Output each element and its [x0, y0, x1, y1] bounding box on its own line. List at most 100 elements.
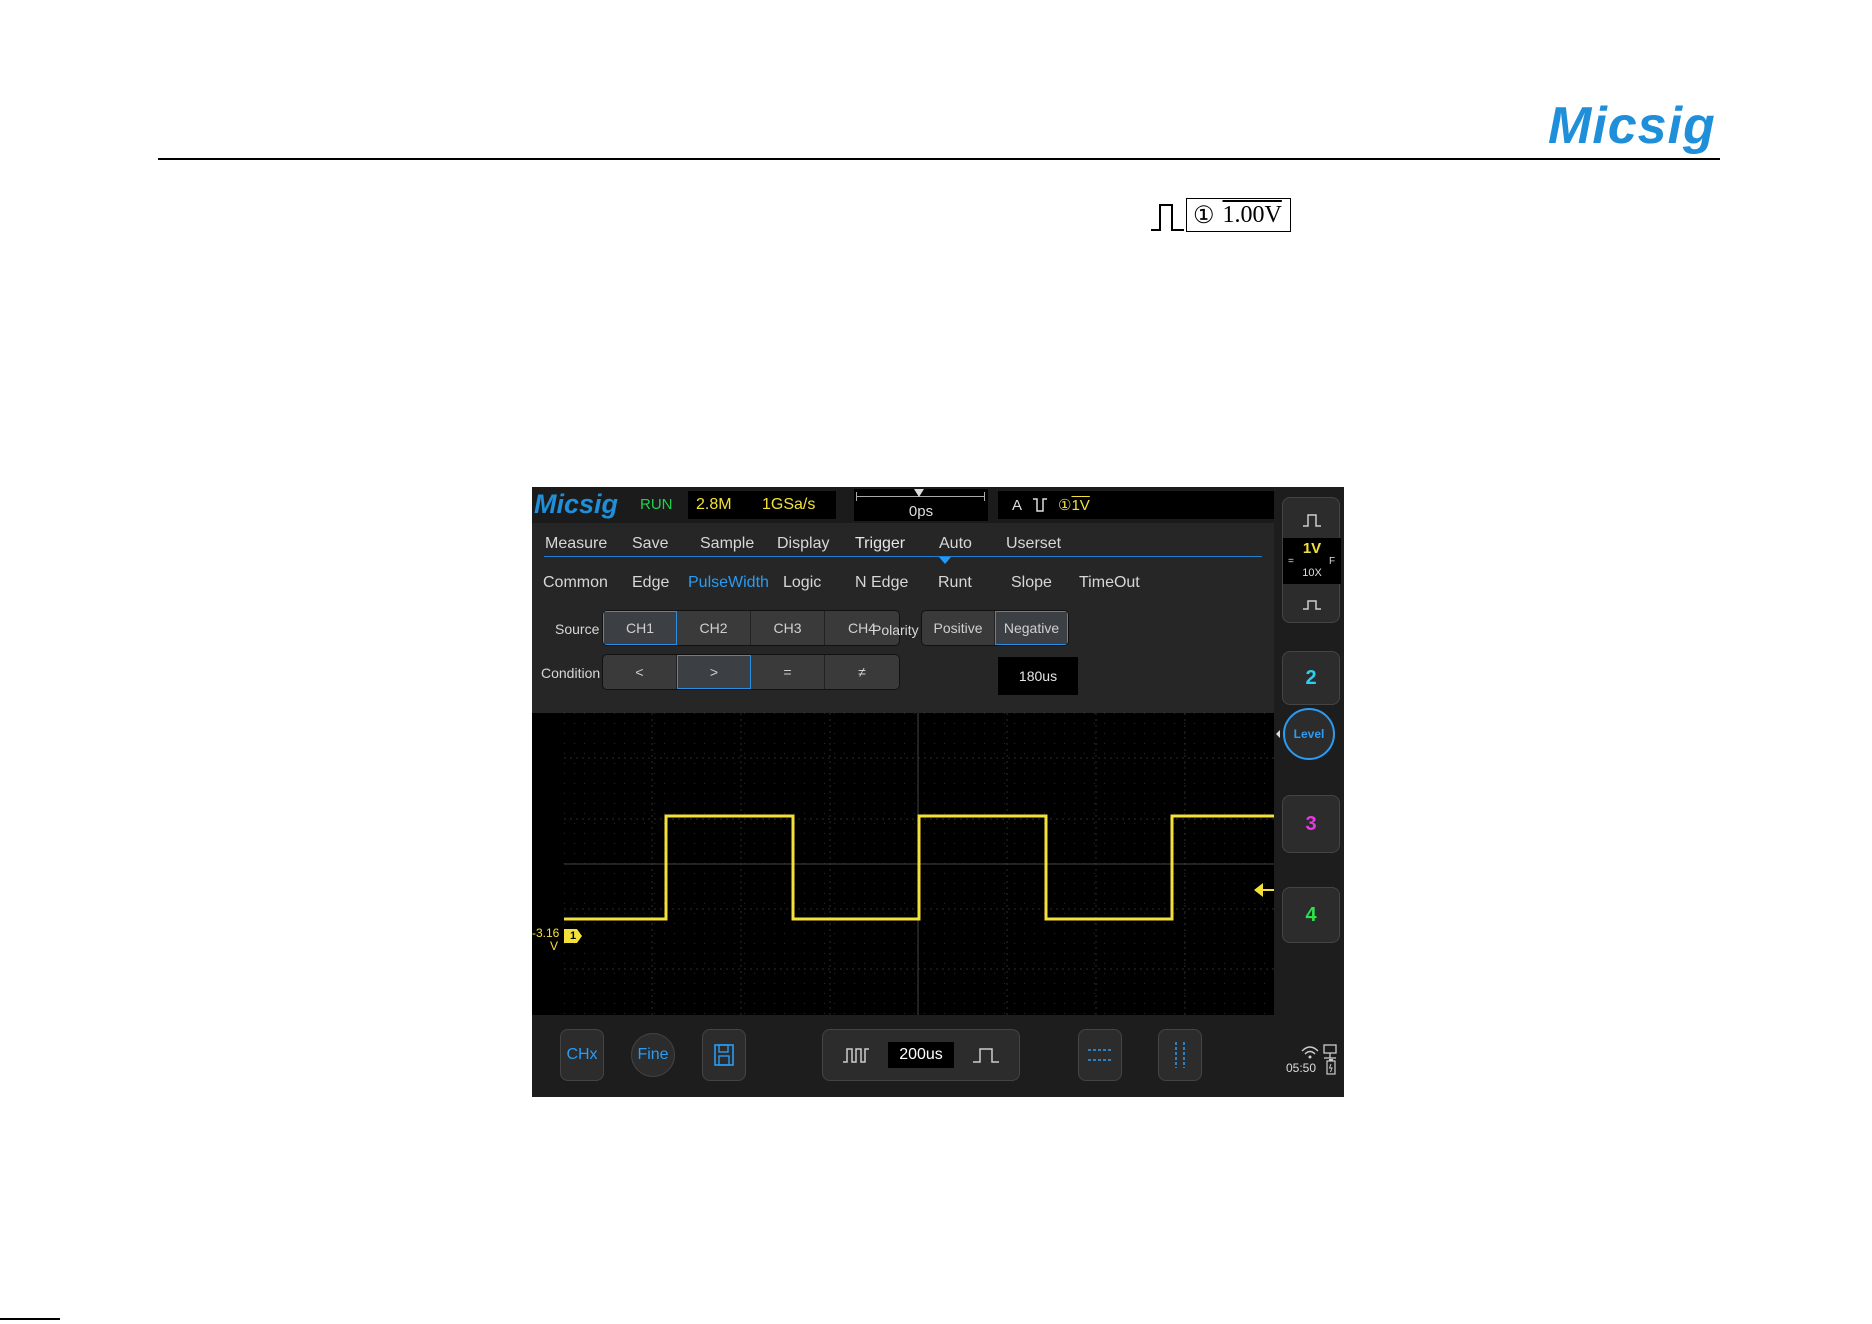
save-icon: [714, 1044, 734, 1066]
trigger-type-edge[interactable]: Edge: [632, 574, 669, 592]
trigger-type-timeout[interactable]: TimeOut: [1079, 574, 1140, 592]
polarity-selector: Positive Negative: [921, 610, 1069, 646]
trigger-type-nedge[interactable]: N Edge: [855, 574, 908, 592]
trigger-channel: ①: [1058, 497, 1072, 514]
fine-button[interactable]: Fine: [631, 1033, 675, 1077]
ch4-button[interactable]: 4: [1282, 887, 1340, 943]
ch1-offset-unit: V: [549, 939, 558, 953]
tab-display[interactable]: Display: [777, 535, 829, 553]
condition-not-equal[interactable]: ≠: [825, 655, 899, 689]
pulse-width-value[interactable]: 180us: [998, 657, 1078, 695]
menu-tabs: Measure Save Sample Display Trigger Auto…: [532, 523, 1274, 565]
source-ch2[interactable]: CH2: [677, 611, 751, 645]
brand-logo: Micsig: [1548, 97, 1716, 155]
top-status-bar: Micsig RUN 2.8M 1GSa/s 0ps A ①1V: [532, 487, 1274, 523]
horizontal-cursor-icon: [1088, 1049, 1112, 1061]
vertical-cursor-button[interactable]: [1158, 1029, 1202, 1081]
trigger-type-pulsewidth[interactable]: PulseWidth: [688, 574, 769, 592]
timebase-decrease[interactable]: [823, 1030, 888, 1080]
timeline-end: [984, 492, 985, 501]
tab-save[interactable]: Save: [632, 535, 668, 553]
trigger-delay: 0ps: [908, 503, 934, 520]
polarity-label: Polarity: [872, 622, 919, 638]
trigger-info[interactable]: A ①1V: [998, 491, 1274, 519]
trigger-mode: A: [1012, 496, 1023, 514]
scope-screen: Micsig RUN 2.8M 1GSa/s 0ps A ①1V Measure…: [532, 487, 1344, 1097]
scope-logo[interactable]: Micsig: [534, 489, 618, 520]
tab-auto[interactable]: Auto: [939, 535, 972, 553]
timebase-value[interactable]: 200us: [888, 1042, 954, 1068]
level-button[interactable]: Level: [1283, 708, 1335, 760]
ch1-offset: -3.16 V: [532, 927, 559, 953]
trigger-position-marker: [914, 489, 924, 497]
waveform-grid: [564, 713, 1274, 1015]
trigger-type-slope[interactable]: Slope: [1011, 574, 1052, 592]
trigger-type-logic[interactable]: Logic: [783, 574, 821, 592]
pulsewidth-settings-panel: Source CH1 CH2 CH3 CH4 Polarity Positive…: [532, 605, 1274, 713]
tab-divider: [544, 556, 1262, 557]
ch2-button[interactable]: 2: [1282, 651, 1340, 705]
ch1-scale-up[interactable]: [1283, 506, 1341, 534]
timebase-compress-icon: [842, 1048, 869, 1063]
clock: 05:50: [1286, 1061, 1317, 1075]
timebase-control: 200us: [822, 1029, 1020, 1081]
ch1-scale-display[interactable]: 1V = F 10X: [1283, 538, 1341, 584]
trigger-level: 1V: [1071, 497, 1090, 514]
save-button[interactable]: [702, 1029, 746, 1081]
trigger-position-bar[interactable]: 0ps: [854, 489, 988, 521]
trigger-type-tabs: Common Edge PulseWidth Logic N Edge Runt…: [532, 565, 1274, 605]
waveform-area[interactable]: [564, 713, 1274, 1015]
ch1-probe: 10X: [1302, 567, 1322, 579]
tab-userset[interactable]: Userset: [1006, 535, 1061, 553]
timeline-start: [856, 492, 857, 501]
polarity-positive[interactable]: Positive: [922, 611, 995, 645]
trigger-legend-level: 1.00V: [1222, 201, 1282, 228]
header-rule: [158, 158, 1720, 160]
trigger-legend: ① 1.00V: [1150, 198, 1291, 232]
polarity-negative[interactable]: Negative: [995, 611, 1068, 645]
trigger-channel-level: ①1V: [1058, 496, 1090, 514]
tab-trigger[interactable]: Trigger: [855, 535, 905, 553]
run-status[interactable]: RUN: [640, 496, 673, 513]
condition-less[interactable]: <: [603, 655, 677, 689]
acquisition-info[interactable]: 2.8M 1GSa/s: [688, 491, 836, 519]
ch1-scale-down[interactable]: [1283, 590, 1341, 618]
vertical-cursor-icon: [1175, 1042, 1185, 1068]
negative-pulse-icon: [1033, 498, 1048, 512]
horizontal-cursor-button[interactable]: [1078, 1029, 1122, 1081]
chx-button[interactable]: CHx: [560, 1029, 604, 1081]
condition-label: Condition: [541, 665, 601, 681]
battery-icon: [1326, 1059, 1336, 1075]
channel-sidebar: 1V = F 10X 2 Level 3 4 05:50: [1274, 487, 1344, 1097]
bottom-toolbar: CHx Fine 200us: [532, 1015, 1274, 1097]
memory-depth: 2.8M: [696, 496, 732, 513]
trigger-type-common[interactable]: Common: [543, 574, 608, 592]
ch1-control: 1V = F 10X: [1282, 497, 1341, 623]
source-ch3[interactable]: CH3: [751, 611, 825, 645]
trigger-legend-channel: ①: [1193, 202, 1215, 229]
ch1-bandwidth: F: [1329, 556, 1336, 567]
pulse-down-icon: [1303, 600, 1321, 610]
timebase-expand-icon: [973, 1048, 1000, 1063]
condition-greater[interactable]: >: [677, 655, 751, 689]
level-arrow-icon: [1276, 730, 1280, 738]
source-selector: CH1 CH2 CH3 CH4: [602, 610, 900, 646]
trigger-legend-box: ① 1.00V: [1186, 198, 1291, 232]
condition-equal[interactable]: =: [751, 655, 825, 689]
trigger-level-line: [1262, 889, 1274, 891]
active-tab-indicator: [939, 557, 951, 564]
sample-rate: 1GSa/s: [762, 496, 816, 513]
footer-rule: [0, 1318, 60, 1320]
tab-measure[interactable]: Measure: [545, 535, 607, 553]
ch1-coupling: =: [1288, 556, 1294, 567]
timebase-increase[interactable]: [954, 1030, 1019, 1080]
trigger-type-runt[interactable]: Runt: [938, 574, 972, 592]
pulse-icon: [1151, 204, 1184, 231]
ch1-scale: 1V: [1302, 540, 1322, 557]
source-ch1[interactable]: CH1: [603, 611, 677, 645]
pulse-up-icon: [1303, 514, 1321, 527]
condition-selector: < > = ≠: [602, 654, 900, 690]
tab-sample[interactable]: Sample: [700, 535, 754, 553]
ch3-button[interactable]: 3: [1282, 795, 1340, 853]
source-label: Source: [555, 621, 600, 637]
